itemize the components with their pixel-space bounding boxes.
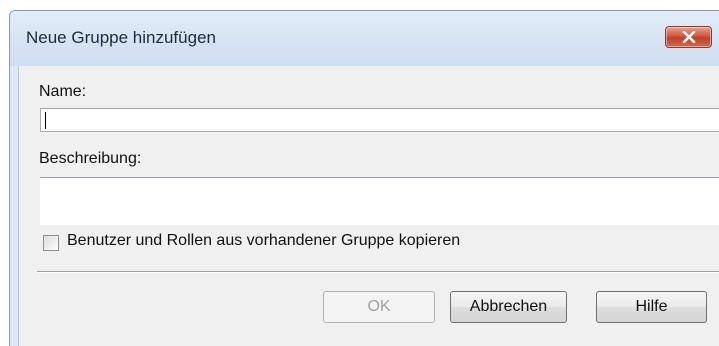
text-caret bbox=[45, 112, 46, 129]
dialog-content: Name: Beschreibung: Benutzer und Rollen … bbox=[18, 66, 719, 346]
description-label: Beschreibung: bbox=[39, 150, 142, 167]
add-group-dialog: Neue Gruppe hinzufügen Name: Beschreibun… bbox=[9, 10, 719, 346]
title-bar[interactable]: Neue Gruppe hinzufügen bbox=[10, 11, 719, 66]
ok-button[interactable]: OK bbox=[323, 291, 435, 323]
name-label: Name: bbox=[39, 83, 87, 100]
close-icon bbox=[682, 31, 696, 43]
separator bbox=[37, 271, 719, 273]
copy-users-roles-label[interactable]: Benutzer und Rollen aus vorhandener Grup… bbox=[67, 232, 460, 250]
cancel-button[interactable]: Abbrechen bbox=[450, 291, 567, 323]
copy-users-roles-checkbox[interactable] bbox=[43, 235, 59, 251]
dialog-title: Neue Gruppe hinzufügen bbox=[26, 28, 216, 47]
description-input[interactable] bbox=[40, 177, 719, 225]
help-button[interactable]: Hilfe bbox=[596, 291, 707, 323]
name-input[interactable] bbox=[40, 108, 719, 132]
close-button[interactable] bbox=[665, 26, 712, 48]
